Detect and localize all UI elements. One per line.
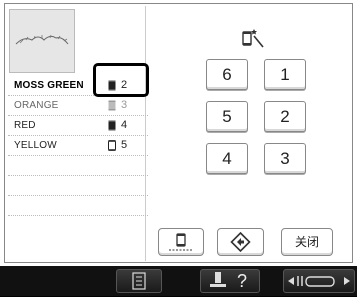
list-icon — [132, 272, 146, 290]
needle-number: 4 — [121, 119, 128, 131]
needle-key-1[interactable]: 1 — [264, 59, 306, 90]
spool-icon — [108, 140, 116, 151]
needle-key-5[interactable]: 5 — [206, 101, 248, 132]
needle-number: 5 — [121, 139, 128, 151]
thread-row-red[interactable]: RED 4 — [8, 116, 148, 136]
thread-row-empty — [8, 196, 148, 216]
arrow-thread-icon — [288, 276, 350, 287]
spool-help-icon — [210, 272, 226, 287]
thread-row-empty — [8, 156, 148, 176]
close-button[interactable]: 关闭 — [281, 228, 333, 256]
thread-color-list: MOSS GREEN 2 ORANGE 3 RED 4 YELLOW 5 — [8, 76, 148, 216]
spool-icon — [169, 233, 193, 251]
thread-spool-button[interactable] — [158, 228, 204, 256]
spool-wand-icon — [242, 29, 264, 48]
embroidery-screen: MOSS GREEN 2 ORANGE 3 RED 4 YELLOW 5 6 1… — [0, 0, 357, 266]
color-sort-button[interactable] — [217, 228, 264, 256]
thread-row-orange[interactable]: ORANGE 3 — [8, 96, 148, 116]
close-label: 关闭 — [294, 235, 319, 249]
needle-number: 3 — [121, 99, 128, 111]
thread-row-yellow[interactable]: YELLOW 5 — [8, 136, 148, 156]
bottom-toolbar: ? — [0, 266, 357, 296]
selected-thread-highlight — [93, 63, 149, 97]
embroidery-preview-icon — [15, 34, 69, 45]
spool-icon — [108, 120, 116, 131]
thread-row-empty — [8, 176, 148, 196]
thread-name: YELLOW — [14, 140, 57, 151]
pattern-preview — [9, 9, 75, 73]
needle-key-4[interactable]: 4 — [206, 143, 248, 174]
list-button[interactable] — [116, 269, 162, 293]
help-button[interactable]: ? — [200, 269, 260, 293]
needle-key-2[interactable]: 2 — [264, 101, 306, 132]
diamond-arrow-icon — [230, 231, 251, 253]
thread-name: RED — [14, 120, 36, 131]
thread-panel: MOSS GREEN 2 ORANGE 3 RED 4 YELLOW 5 — [6, 6, 148, 261]
needle-key-6[interactable]: 6 — [206, 59, 248, 90]
spool-icon — [108, 100, 116, 111]
thread-name: MOSS GREEN — [14, 80, 84, 91]
needle-key-3[interactable]: 3 — [264, 143, 306, 174]
help-glyph: ? — [237, 271, 248, 291]
thread-name: ORANGE — [14, 100, 59, 111]
thread-nav-button[interactable] — [283, 269, 355, 293]
